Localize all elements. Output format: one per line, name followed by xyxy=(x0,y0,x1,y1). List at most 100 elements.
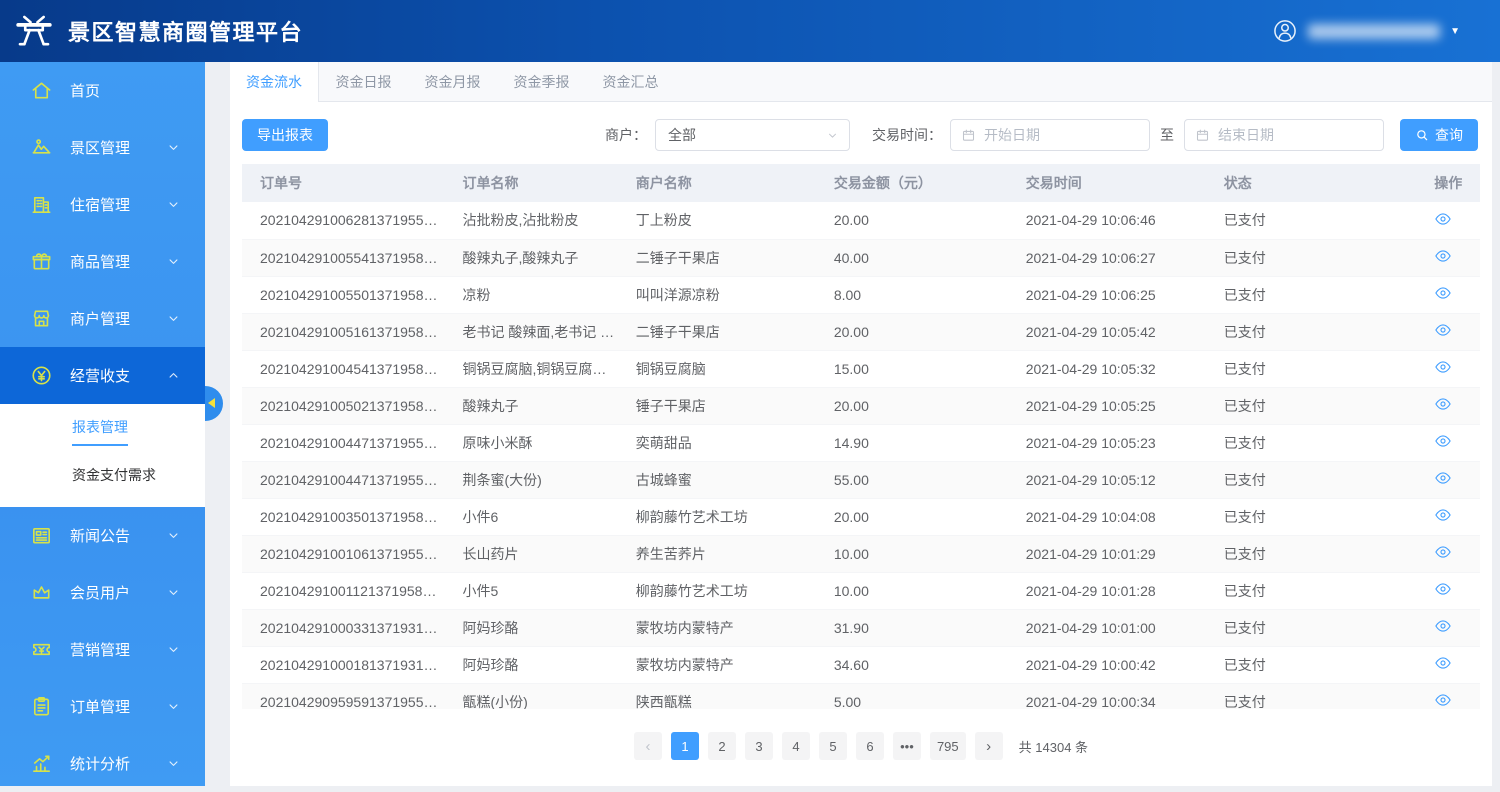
collapse-arrow-icon xyxy=(208,398,215,408)
search-button[interactable]: 查询 xyxy=(1400,119,1478,151)
view-detail-eye-icon[interactable] xyxy=(1434,432,1452,450)
sidebar-submenu: 报表管理资金支付需求 xyxy=(0,404,205,507)
cell-order-no: 202104291004471371955889 xyxy=(242,461,452,498)
cell-order-name: 铜锅豆腐脑,铜锅豆腐脑,铜锅... xyxy=(452,350,625,387)
calendar-icon xyxy=(1195,128,1210,143)
sidebar-item-member[interactable]: 会员用户 xyxy=(0,564,205,621)
cell-merchant: 柳韵藤竹艺术工坊 xyxy=(626,498,824,535)
pagination-ellipsis[interactable]: ••• xyxy=(893,732,921,760)
cell-amount: 5.00 xyxy=(824,683,1016,709)
pagination-page-795[interactable]: 795 xyxy=(930,732,966,760)
cell-amount: 10.00 xyxy=(824,535,1016,572)
sidebar-item-finance[interactable]: 经营收支 xyxy=(0,347,205,404)
sidebar-item-label: 营销管理 xyxy=(70,639,166,660)
cell-amount: 10.00 xyxy=(824,572,1016,609)
goods-icon xyxy=(30,250,53,273)
pagination-page-6[interactable]: 6 xyxy=(856,732,884,760)
merchant-select[interactable]: 全部 xyxy=(655,119,850,151)
view-detail-eye-icon[interactable] xyxy=(1434,469,1452,487)
cell-amount: 55.00 xyxy=(824,461,1016,498)
table-row: 202104290959591371955751甑糕(小份)陕西甑糕5.0020… xyxy=(242,683,1480,709)
export-report-button[interactable]: 导出报表 xyxy=(242,119,328,151)
sidebar-item-news[interactable]: 新闻公告 xyxy=(0,507,205,564)
cell-status: 已支付 xyxy=(1214,387,1424,424)
sidebar-item-stats[interactable]: 统计分析 xyxy=(0,735,205,792)
chevron-down-icon xyxy=(166,756,181,771)
cell-order-no: 202104291005541371958615 xyxy=(242,239,452,276)
tab-1[interactable]: 资金日报 xyxy=(319,62,408,101)
cell-order-no: 202104291006281371955735 xyxy=(242,202,452,239)
pagination-prev-icon[interactable]: ‹ xyxy=(634,732,662,760)
table-row: 202104291000181371931025阿妈珍酪蒙牧坊内蒙特产34.60… xyxy=(242,646,1480,683)
finance-icon xyxy=(30,364,53,387)
cell-amount: 20.00 xyxy=(824,313,1016,350)
cell-amount: 20.00 xyxy=(824,387,1016,424)
view-detail-eye-icon[interactable] xyxy=(1434,654,1452,672)
sidebar-item-home[interactable]: 首页 xyxy=(0,62,205,119)
sidebar-item-lodging[interactable]: 住宿管理 xyxy=(0,176,205,233)
sidebar-item-merchant[interactable]: 商户管理 xyxy=(0,290,205,347)
cell-time: 2021-04-29 10:00:42 xyxy=(1016,646,1214,683)
table-row: 202104291001121371958361小件5柳韵藤竹艺术工坊10.00… xyxy=(242,572,1480,609)
scenic-icon xyxy=(30,136,53,159)
view-detail-eye-icon[interactable] xyxy=(1434,691,1452,709)
view-detail-eye-icon[interactable] xyxy=(1434,506,1452,524)
sidebar-item-label: 统计分析 xyxy=(70,753,166,774)
tab-0[interactable]: 资金流水 xyxy=(230,62,319,101)
pagination-page-3[interactable]: 3 xyxy=(745,732,773,760)
cell-order-no: 202104291000331371931025 xyxy=(242,609,452,646)
submenu-item-report[interactable]: 报表管理 xyxy=(0,409,205,453)
table-row: 202104291004541371958647铜锅豆腐脑,铜锅豆腐脑,铜锅..… xyxy=(242,350,1480,387)
view-detail-eye-icon[interactable] xyxy=(1434,210,1452,228)
cell-amount: 20.00 xyxy=(824,202,1016,239)
cell-action xyxy=(1424,202,1480,239)
cell-action xyxy=(1424,387,1480,424)
pagination-page-5[interactable]: 5 xyxy=(819,732,847,760)
sidebar-item-goods[interactable]: 商品管理 xyxy=(0,233,205,290)
view-detail-eye-icon[interactable] xyxy=(1434,580,1452,598)
view-detail-eye-icon[interactable] xyxy=(1434,617,1452,635)
pagination-page-2[interactable]: 2 xyxy=(708,732,736,760)
stats-icon xyxy=(30,752,53,775)
cell-merchant: 锤子干果店 xyxy=(626,387,824,424)
submenu-item-payment[interactable]: 资金支付需求 xyxy=(0,453,205,497)
column-header: 订单名称 xyxy=(452,164,625,202)
pagination-page-1[interactable]: 1 xyxy=(671,732,699,760)
view-detail-eye-icon[interactable] xyxy=(1434,543,1452,561)
start-date-input[interactable]: 开始日期 xyxy=(950,119,1150,151)
cell-merchant: 养生苦荞片 xyxy=(626,535,824,572)
table-row: 202104291004471371955889荆条蜜(大份)古城蜂蜜55.00… xyxy=(242,461,1480,498)
view-detail-eye-icon[interactable] xyxy=(1434,395,1452,413)
tab-2[interactable]: 资金月报 xyxy=(408,62,497,101)
cell-order-no: 202104291004471371955767 xyxy=(242,424,452,461)
sidebar-item-marketing[interactable]: 营销管理 xyxy=(0,621,205,678)
orders-table: 订单号订单名称商户名称交易金额（元）交易时间状态操作 2021042910062… xyxy=(242,164,1480,709)
start-date-placeholder: 开始日期 xyxy=(984,125,1040,145)
pagination-page-4[interactable]: 4 xyxy=(782,732,810,760)
user-menu[interactable]: ▼ xyxy=(1272,18,1500,44)
tab-3[interactable]: 资金季报 xyxy=(497,62,586,101)
cell-status: 已支付 xyxy=(1214,535,1424,572)
pagination-next-icon[interactable]: › xyxy=(975,732,1003,760)
cell-order-no: 202104291005021371958615 xyxy=(242,387,452,424)
search-icon xyxy=(1415,128,1429,142)
view-detail-eye-icon[interactable] xyxy=(1434,321,1452,339)
sidebar-item-scenic[interactable]: 景区管理 xyxy=(0,119,205,176)
view-detail-eye-icon[interactable] xyxy=(1434,358,1452,376)
cell-merchant: 陕西甑糕 xyxy=(626,683,824,709)
tab-4[interactable]: 资金汇总 xyxy=(586,62,675,101)
view-detail-eye-icon[interactable] xyxy=(1434,247,1452,265)
cell-status: 已支付 xyxy=(1214,313,1424,350)
end-date-input[interactable]: 结束日期 xyxy=(1184,119,1384,151)
column-header: 交易金额（元） xyxy=(824,164,1016,202)
sidebar-item-label: 景区管理 xyxy=(70,137,166,158)
sidebar-item-order[interactable]: 订单管理 xyxy=(0,678,205,735)
sidebar-item-label: 首页 xyxy=(70,80,181,101)
view-detail-eye-icon[interactable] xyxy=(1434,284,1452,302)
orders-table-wrap: 订单号订单名称商户名称交易金额（元）交易时间状态操作 2021042910062… xyxy=(230,164,1492,709)
cell-action xyxy=(1424,239,1480,276)
cell-status: 已支付 xyxy=(1214,350,1424,387)
table-row: 202104291000331371931025阿妈珍酪蒙牧坊内蒙特产31.90… xyxy=(242,609,1480,646)
merchant-select-value: 全部 xyxy=(668,125,696,145)
cell-time: 2021-04-29 10:06:46 xyxy=(1016,202,1214,239)
